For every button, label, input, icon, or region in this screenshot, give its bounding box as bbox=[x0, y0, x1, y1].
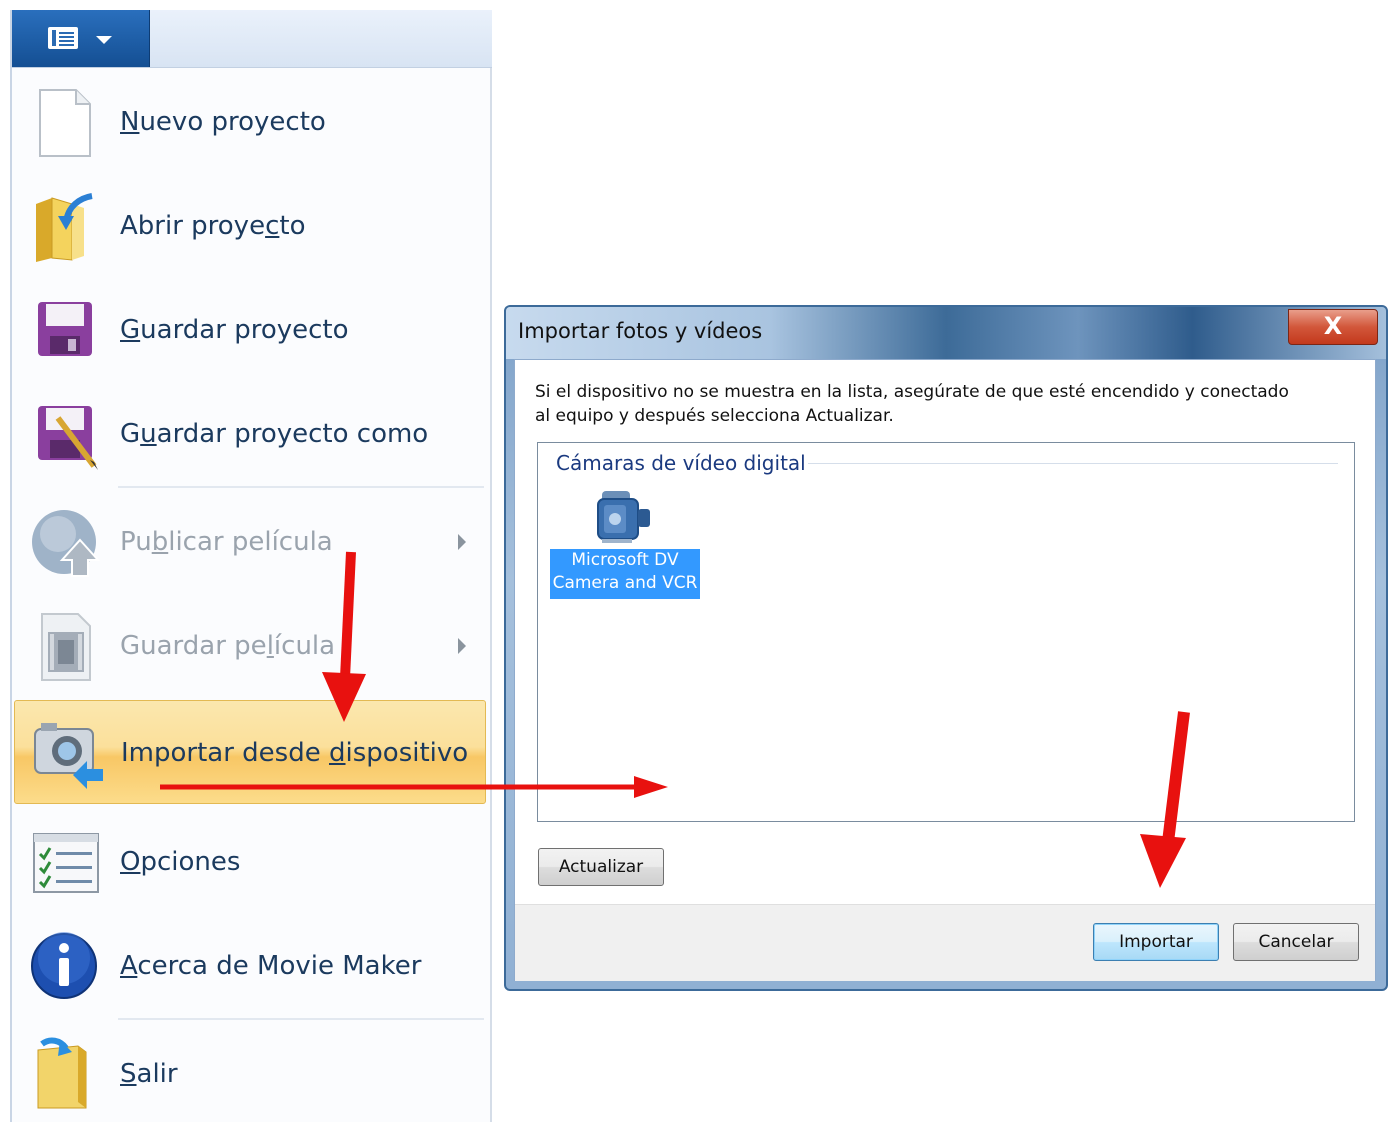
menu-item-save-project-as[interactable]: Guardar proyecto como bbox=[14, 382, 486, 486]
device-label-line: Microsoft DV bbox=[571, 550, 679, 570]
group-header: Cámaras de vídeo digital bbox=[556, 451, 816, 475]
camera-import-icon bbox=[34, 723, 103, 789]
device-item[interactable]: Microsoft DV Camera and VCR bbox=[550, 485, 700, 601]
checklist-icon bbox=[33, 833, 99, 893]
import-button[interactable]: Importar bbox=[1093, 923, 1219, 961]
submenu-arrow-icon bbox=[458, 534, 466, 550]
menu-item-new-project[interactable]: Nuevo proyecto bbox=[14, 70, 486, 174]
application-menu: Nuevo proyecto Abrir proyecto Guardar pr… bbox=[10, 10, 492, 1122]
menu-separator bbox=[118, 1018, 484, 1020]
instructions-line: al equipo y después selecciona Actualiza… bbox=[535, 406, 894, 426]
open-folder-icon bbox=[36, 193, 93, 262]
menu-item-label: Opciones bbox=[120, 847, 241, 877]
menu-header bbox=[12, 10, 492, 68]
device-label-line: Camera and VCR bbox=[552, 573, 698, 593]
menu-item-label: Nuevo proyecto bbox=[120, 107, 326, 137]
menu-item-label: Guardar proyecto bbox=[120, 315, 349, 345]
globe-upload-icon bbox=[32, 510, 101, 577]
video-camera-icon bbox=[597, 491, 650, 543]
menu-item-save-project[interactable]: Guardar proyecto bbox=[14, 278, 486, 382]
menu-item-label: Acerca de Movie Maker bbox=[120, 951, 422, 981]
menu-item-exit[interactable]: Salir bbox=[14, 1022, 486, 1126]
menu-item-label: Guardar proyecto como bbox=[120, 419, 429, 449]
menu-item-label: Salir bbox=[120, 1059, 178, 1089]
dialog-titlebar[interactable]: Importar fotos y vídeos X bbox=[506, 307, 1386, 359]
floppy-disk-edit-icon bbox=[38, 406, 98, 470]
blank-document-icon bbox=[39, 89, 91, 157]
device-label: Microsoft DV Camera and VCR bbox=[550, 549, 700, 599]
document-list-icon bbox=[48, 27, 78, 49]
close-button[interactable]: X bbox=[1288, 309, 1378, 345]
refresh-button[interactable]: Actualizar bbox=[538, 848, 664, 886]
instructions-line: Si el dispositivo no se muestra en la li… bbox=[535, 382, 1289, 402]
dialog-client-area: Si el dispositivo no se muestra en la li… bbox=[514, 359, 1376, 981]
cancel-button[interactable]: Cancelar bbox=[1233, 923, 1359, 961]
menu-separator bbox=[118, 486, 484, 488]
menu-item-open-project[interactable]: Abrir proyecto bbox=[14, 174, 486, 278]
import-dialog: Importar fotos y vídeos X Si el disposit… bbox=[504, 305, 1388, 991]
application-menu-button[interactable] bbox=[12, 10, 150, 67]
dialog-footer: Importar Cancelar bbox=[515, 904, 1375, 981]
menu-item-save-movie[interactable]: Guardar película bbox=[14, 594, 486, 698]
dialog-title: Importar fotos y vídeos bbox=[518, 319, 763, 343]
menu-item-publish-movie[interactable]: Publicar película bbox=[14, 490, 486, 594]
menu-item-label: Importar desde dispositivo bbox=[121, 738, 469, 768]
menu-item-label: Guardar película bbox=[120, 631, 336, 661]
exit-folder-icon bbox=[37, 1037, 87, 1109]
menu-item-about[interactable]: Acerca de Movie Maker bbox=[14, 914, 486, 1018]
menu-item-label: Publicar película bbox=[120, 527, 333, 557]
chevron-down-icon bbox=[96, 36, 112, 44]
device-list[interactable]: Cámaras de vídeo digital Microsoft DV Ca… bbox=[537, 442, 1355, 822]
film-document-icon bbox=[41, 613, 91, 681]
submenu-arrow-icon bbox=[458, 638, 466, 654]
menu-item-options[interactable]: Opciones bbox=[14, 810, 486, 914]
info-icon bbox=[31, 932, 97, 999]
group-header-line bbox=[808, 463, 1338, 464]
menu-item-label: Abrir proyecto bbox=[120, 211, 306, 241]
dialog-instructions: Si el dispositivo no se muestra en la li… bbox=[535, 380, 1335, 428]
menu-item-import-from-device[interactable]: Importar desde dispositivo bbox=[14, 700, 486, 804]
close-icon: X bbox=[1323, 312, 1343, 340]
floppy-disk-icon bbox=[38, 302, 92, 356]
